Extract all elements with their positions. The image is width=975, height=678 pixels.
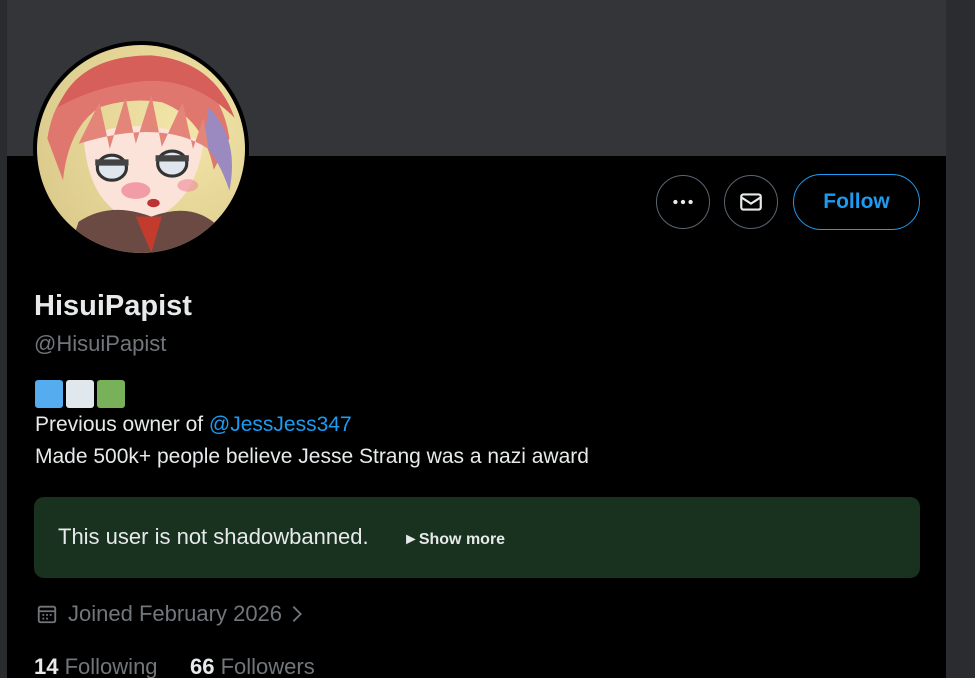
chevron-right-icon[interactable]: [290, 603, 304, 625]
following-count: 14: [34, 654, 59, 678]
bio-line-1: Previous owner of @JessJess347: [35, 410, 352, 440]
bio-mention-link[interactable]: @JessJess347: [209, 413, 352, 436]
bio-flag-emojis: [35, 380, 125, 408]
followers-link[interactable]: 66 Followers: [190, 652, 315, 678]
avatar[interactable]: [33, 41, 249, 257]
profile-page: Follow HisuiPapist @HisuiPapist Previous…: [0, 0, 975, 678]
green-square-emoji: [97, 380, 125, 408]
notice-text: This user is not shadowbanned.: [58, 524, 369, 549]
blue-square-emoji: [35, 380, 63, 408]
user-handle: @HisuiPapist: [34, 331, 167, 356]
white-square-emoji: [66, 380, 94, 408]
joined-date[interactable]: Joined February 2026: [36, 599, 304, 629]
bio-line-2: Made 500k+ people believe Jesse Strang w…: [35, 445, 589, 468]
more-icon: [673, 199, 693, 205]
joined-text: Joined February 2026: [68, 601, 283, 626]
shadowban-notice: This user is not shadowbanned. ►Show mor…: [34, 497, 920, 578]
envelope-icon: [740, 193, 762, 211]
following-label: Following: [64, 654, 158, 678]
avatar-image: [37, 45, 245, 253]
display-name: HisuiPapist: [34, 290, 192, 322]
followers-count: 66: [190, 654, 215, 678]
show-more-link[interactable]: ►Show more: [403, 530, 505, 550]
follow-button[interactable]: Follow: [793, 174, 920, 230]
calendar-icon: [36, 603, 58, 625]
message-button[interactable]: [724, 175, 778, 229]
followers-label: Followers: [220, 654, 315, 678]
left-scroll-edge: [0, 0, 7, 678]
following-link[interactable]: 14 Following: [34, 652, 158, 678]
bio-prefix: Previous owner of: [35, 413, 209, 436]
right-scroll-edge: [946, 0, 975, 678]
more-button[interactable]: [656, 175, 710, 229]
